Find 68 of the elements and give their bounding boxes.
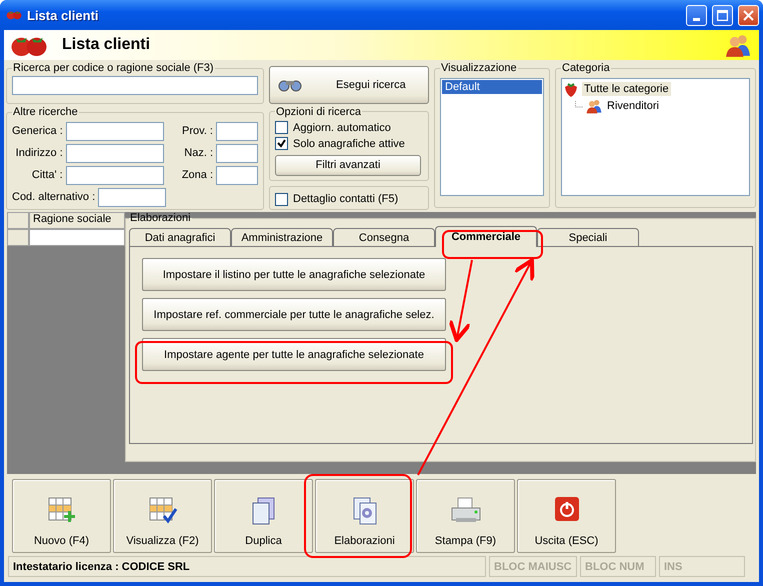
tree-connector-icon <box>575 100 583 110</box>
strawberry-icon <box>563 80 579 96</box>
list-item[interactable]: Default <box>442 80 542 94</box>
input-field[interactable] <box>216 144 258 162</box>
field-label: Zona : <box>182 169 213 181</box>
checkbox-label: Aggiorn. automatico <box>293 122 391 134</box>
group-label: Ricerca per codice o ragione sociale (F3) <box>12 62 215 74</box>
input-field[interactable] <box>216 122 258 140</box>
window-title: Lista clienti <box>27 8 100 22</box>
action-button[interactable]: Impostare ref. commerciale per tutte le anagrafiche selez. <box>142 298 446 331</box>
checkbox[interactable] <box>275 121 288 134</box>
field-label: Citta' : <box>32 169 63 181</box>
input-field[interactable] <box>66 144 164 162</box>
checkbox-label: Solo anagrafiche attive <box>293 138 405 150</box>
tree-item[interactable]: Rivenditori <box>605 98 661 112</box>
field-label: Cod. alternativo : <box>12 191 96 203</box>
checkbox-label: Dettaglio contatti (F5) <box>293 193 398 205</box>
grid-check-icon <box>148 496 178 526</box>
strawberry-icon <box>6 10 22 20</box>
status-indicator: BLOC MAIUSC <box>489 556 577 577</box>
toolbar-button[interactable]: Nuovo (F4) <box>12 479 111 553</box>
checkbox[interactable] <box>275 192 288 206</box>
field-label: Indirizzo : <box>16 147 63 159</box>
field-label: Naz. : <box>184 147 213 159</box>
column-header[interactable]: Ragione sociale <box>29 212 125 229</box>
input-field[interactable] <box>66 166 164 184</box>
group-label: Opzioni di ricerca <box>275 106 362 118</box>
toolbar-button[interactable]: Duplica <box>214 479 313 553</box>
status-indicator: INS <box>659 556 745 577</box>
users-icon <box>586 98 602 114</box>
maximize-button[interactable] <box>712 4 733 26</box>
tab[interactable]: Amministrazione <box>231 228 333 247</box>
row-header <box>7 229 29 246</box>
toolbar-button[interactable]: Elaborazioni <box>315 479 414 553</box>
maximize-icon <box>717 10 728 20</box>
tab[interactable]: Dati anagrafici <box>129 228 231 247</box>
tab[interactable]: Commerciale <box>435 226 537 247</box>
close-button[interactable] <box>738 4 759 26</box>
group-label: Altre ricerche <box>12 106 79 118</box>
toolbar-button[interactable]: Stampa (F9) <box>416 479 515 553</box>
group-label: Categoria <box>561 62 611 74</box>
field-label: Prov. : <box>182 125 213 137</box>
header-title: Lista clienti <box>62 36 152 54</box>
search-button[interactable]: Esegui ricerca <box>269 66 429 104</box>
power-icon <box>554 496 580 522</box>
checkbox[interactable] <box>275 137 288 150</box>
input-field[interactable] <box>98 188 166 206</box>
status-indicator: BLOC NUM <box>580 556 656 577</box>
advanced-filters-button[interactable]: Filtri avanzati <box>275 154 421 176</box>
close-icon <box>743 10 754 20</box>
tab[interactable]: Speciali <box>537 228 639 247</box>
input-field[interactable] <box>66 122 164 140</box>
minimize-button[interactable] <box>686 4 707 26</box>
input-field[interactable] <box>216 166 258 184</box>
minimize-icon <box>693 18 700 20</box>
toolbar-button[interactable]: Uscita (ESC) <box>517 479 616 553</box>
binoculars-icon <box>278 78 302 92</box>
license-text: Intestatario licenza : CODICE SRL <box>8 556 486 577</box>
group-label: Elaborazioni <box>129 212 192 224</box>
action-button[interactable]: Impostare il listino per tutte le anagrafiche selezionate <box>142 258 446 291</box>
field-label: Generica : <box>12 125 63 137</box>
toolbar-button[interactable]: Visualizza (F2) <box>113 479 212 553</box>
tab[interactable]: Consegna <box>333 228 435 247</box>
grid-corner <box>7 212 29 229</box>
group-label: Visualizzazione <box>440 62 518 74</box>
search-field[interactable] <box>12 76 258 95</box>
tree-item[interactable]: Tutte le categorie <box>582 82 671 96</box>
action-button[interactable]: Impostare agente per tutte le anagrafiche selezionate <box>142 338 446 371</box>
